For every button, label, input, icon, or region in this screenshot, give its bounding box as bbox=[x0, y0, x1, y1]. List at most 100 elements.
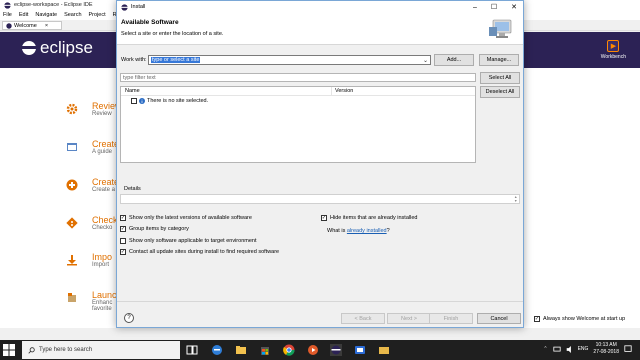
menu-edit[interactable]: Edit bbox=[19, 12, 28, 18]
cancel-button[interactable]: Cancel bbox=[477, 313, 521, 324]
work-with-label: Work with: bbox=[121, 57, 147, 63]
tree-row-checkbox[interactable] bbox=[131, 98, 137, 104]
clock-time: 10:13 AM bbox=[595, 342, 617, 348]
welcome-item-checkout[interactable]: Checko Checko bbox=[66, 215, 123, 231]
column-version[interactable]: Version bbox=[335, 88, 353, 94]
maximize-icon[interactable]: ☐ bbox=[491, 3, 497, 11]
system-tray: ⌃ ENG 10:13 AM 27-08-2018 bbox=[543, 342, 632, 356]
tree-row[interactable]: i There is no site selected. bbox=[131, 98, 208, 104]
close-icon[interactable]: × bbox=[45, 23, 48, 29]
show-latest-checkbox[interactable]: ✓ bbox=[120, 215, 126, 221]
chrome-icon[interactable] bbox=[283, 344, 295, 356]
dialog-header: Available Software Select a site or ente… bbox=[117, 13, 523, 45]
eclipse-status-bar bbox=[0, 328, 640, 340]
filter-input[interactable]: type filter text bbox=[120, 73, 476, 82]
work-with-combo[interactable]: type or select a site ⌄ bbox=[148, 55, 431, 65]
welcome-item-title: Create bbox=[92, 177, 120, 187]
option-label: Show only software applicable to target … bbox=[129, 238, 257, 244]
network-icon[interactable] bbox=[552, 346, 561, 353]
option-group-by-category[interactable]: ✓ Group items by category bbox=[120, 226, 189, 232]
menu-file[interactable]: File bbox=[3, 12, 12, 18]
volume-icon[interactable] bbox=[566, 345, 573, 353]
welcome-item-import[interactable]: Impo Import bbox=[66, 252, 112, 268]
contact-sites-checkbox[interactable]: ✓ bbox=[120, 249, 126, 255]
windows-start-icon[interactable] bbox=[3, 344, 15, 356]
chevron-down-icon[interactable]: ⌄ bbox=[423, 57, 428, 64]
minimize-icon[interactable]: – bbox=[473, 4, 477, 11]
chevron-up-icon[interactable]: ⌃ bbox=[543, 346, 547, 352]
dialog-window-controls: – ☐ ✕ bbox=[473, 1, 521, 13]
select-all-button[interactable]: Select All bbox=[480, 72, 520, 84]
folder-icon[interactable] bbox=[378, 344, 390, 356]
dialog-header-subtitle: Select a site or enter the location of a… bbox=[121, 31, 224, 37]
back-button[interactable]: < Back bbox=[341, 313, 385, 324]
eclipse-taskbar-icon[interactable] bbox=[330, 344, 342, 356]
import-icon bbox=[67, 255, 77, 266]
eclipse-logo-icon bbox=[22, 41, 36, 55]
welcome-item-desc: A guide bbox=[92, 149, 113, 155]
tree-header: Name Version bbox=[121, 87, 475, 96]
welcome-item-tutorial[interactable]: Create A guide bbox=[66, 139, 119, 155]
info-icon: i bbox=[139, 98, 145, 104]
already-installed-link[interactable]: already installed bbox=[347, 228, 387, 234]
footer-divider bbox=[117, 301, 523, 302]
what-is-installed-text: What is already installed? bbox=[327, 228, 390, 234]
hide-installed-checkbox[interactable]: ✓ bbox=[321, 215, 327, 221]
menu-navigate[interactable]: Navigate bbox=[35, 12, 57, 18]
option-label: Group items by category bbox=[129, 226, 189, 232]
details-label: Details bbox=[124, 186, 141, 192]
language-indicator[interactable]: ENG bbox=[578, 346, 589, 352]
menu-search[interactable]: Search bbox=[64, 12, 81, 18]
clock[interactable]: 10:13 AM 27-08-2018 bbox=[593, 342, 619, 356]
close-icon[interactable]: ✕ bbox=[511, 3, 517, 11]
next-button[interactable]: Next > bbox=[387, 313, 431, 324]
welcome-item-title: Create bbox=[92, 139, 120, 149]
welcome-item-review[interactable]: Review Review bbox=[66, 101, 122, 117]
taskbar-search[interactable]: Type here to search bbox=[22, 341, 180, 359]
notification-icon[interactable] bbox=[624, 345, 632, 353]
file-explorer-icon[interactable] bbox=[235, 344, 247, 356]
welcome-item-launch[interactable]: Launc Enhanc favorite bbox=[66, 290, 117, 312]
finish-button[interactable]: Finish bbox=[429, 313, 473, 324]
option-hide-installed[interactable]: ✓ Hide items that are already installed bbox=[321, 215, 417, 221]
welcome-item-title: Impo bbox=[92, 252, 113, 262]
column-divider bbox=[331, 87, 332, 96]
option-show-latest[interactable]: ✓ Show only the latest versions of avail… bbox=[120, 215, 252, 221]
details-scrollbar[interactable]: ▲ ▼ bbox=[514, 195, 518, 203]
always-show-label: Always show Welcome at start up bbox=[543, 316, 626, 322]
welcome-item-desc: favorite bbox=[92, 306, 112, 312]
manage-button[interactable]: Manage... bbox=[479, 54, 519, 66]
welcome-item-create[interactable]: Create Create a bbox=[66, 177, 119, 193]
workbench-label: Workbench bbox=[600, 54, 626, 60]
store-icon[interactable] bbox=[259, 344, 271, 356]
edge-icon[interactable] bbox=[211, 344, 223, 356]
welcome-item-title: Launc bbox=[92, 290, 117, 300]
show-applicable-checkbox[interactable] bbox=[120, 238, 126, 244]
menu-project[interactable]: Project bbox=[89, 12, 106, 18]
always-show-welcome[interactable]: ✓ Always show Welcome at start up bbox=[534, 316, 625, 322]
always-show-checkbox[interactable]: ✓ bbox=[534, 316, 540, 322]
dialog-title-bar: Install bbox=[117, 1, 523, 13]
dialog-header-title: Available Software bbox=[121, 19, 179, 26]
eclipse-logo-text: eclipse bbox=[40, 38, 93, 57]
option-label: Show only the latest versions of availab… bbox=[129, 215, 252, 221]
launch-icon bbox=[68, 293, 76, 302]
install-dialog: Install – ☐ ✕ Available Software Select … bbox=[116, 0, 524, 328]
workbench-button[interactable]: ▶ Workbench bbox=[601, 40, 626, 60]
tab-welcome[interactable]: Welcome × bbox=[2, 21, 62, 30]
plus-icon bbox=[66, 179, 78, 191]
deselect-all-button[interactable]: Deselect All bbox=[480, 86, 520, 98]
add-button[interactable]: Add... bbox=[434, 54, 474, 66]
media-player-icon[interactable] bbox=[307, 344, 319, 356]
eclipse-logo: eclipse bbox=[22, 38, 93, 58]
app-icon[interactable] bbox=[354, 344, 366, 356]
task-view-icon[interactable] bbox=[186, 344, 198, 356]
column-name[interactable]: Name bbox=[125, 88, 140, 94]
option-contact-sites[interactable]: ✓ Contact all update sites during instal… bbox=[120, 249, 279, 255]
help-button[interactable]: ? bbox=[124, 313, 134, 323]
option-show-applicable[interactable]: Show only software applicable to target … bbox=[120, 238, 257, 244]
git-icon bbox=[66, 217, 78, 229]
clock-date: 27-08-2018 bbox=[593, 349, 619, 355]
group-by-category-checkbox[interactable]: ✓ bbox=[120, 226, 126, 232]
software-tree[interactable]: Name Version i There is no site selected… bbox=[120, 86, 476, 163]
